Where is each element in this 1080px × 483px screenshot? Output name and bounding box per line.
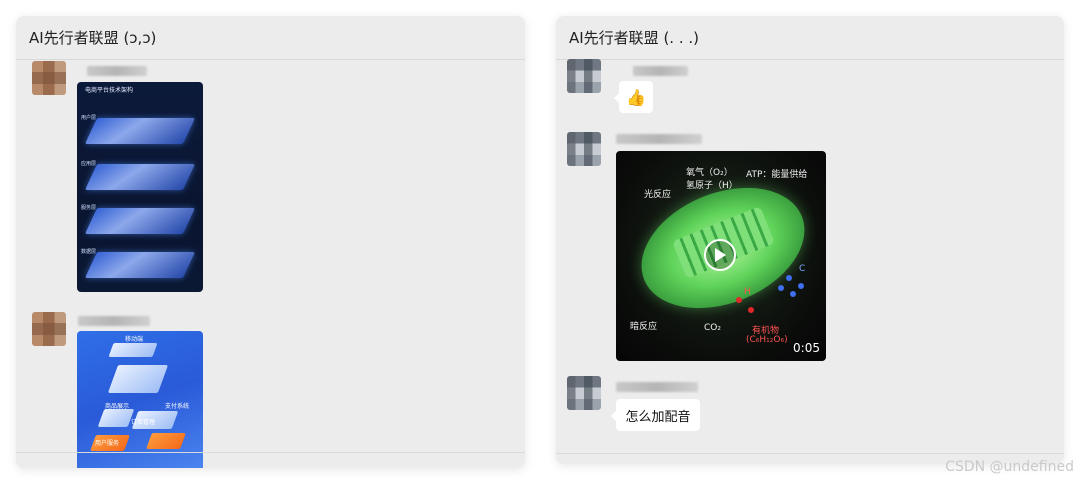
diagram-block <box>146 433 186 449</box>
input-divider <box>16 452 525 453</box>
video-label: 暗反应 <box>630 322 658 332</box>
watermark-text: CSDN @undefined <box>945 459 1074 475</box>
play-icon <box>715 248 726 262</box>
arch-layer <box>84 208 196 234</box>
avatar[interactable] <box>32 61 66 95</box>
arch-layer <box>84 164 196 190</box>
video-label: ATP：能量供给 <box>746 170 808 180</box>
sender-name-blurred <box>633 66 688 76</box>
video-label: CO₂ <box>704 323 721 333</box>
message-list[interactable]: 👍 光反应 氧气（O₂） 氢原子（H） ATP：能量供给 暗反应 CO₂ 有机物… <box>556 16 1064 464</box>
message-bubble[interactable]: 👍 <box>614 81 653 113</box>
message-bubble[interactable]: 怎么加配音 <box>611 399 700 431</box>
chat-window-right: AI先行者联盟 (. . .) 👍 光反应 氧气（O₂） 氢原子（H） ATP：… <box>556 16 1064 464</box>
molecule-atom <box>736 297 742 303</box>
layer-label: 应用层 <box>81 161 97 167</box>
video-label: 氧气（O₂） <box>686 168 733 178</box>
layer-label: 服务层 <box>81 205 97 211</box>
molecule-atom <box>798 283 804 289</box>
video-label: (C₆H₁₂O₆) <box>746 335 788 345</box>
diagram-label: 订单管理 <box>131 419 156 426</box>
play-button[interactable] <box>704 239 736 271</box>
video-label: H <box>744 287 751 297</box>
image-title: 电商平台技术架构 <box>85 87 134 94</box>
arch-layer <box>84 118 196 144</box>
layer-label: 用户层 <box>81 115 97 121</box>
video-duration: 0:05 <box>793 341 820 355</box>
molecule-atom <box>790 291 796 297</box>
video-message[interactable]: 光反应 氧气（O₂） 氢原子（H） ATP：能量供给 暗反应 CO₂ 有机物 (… <box>616 151 826 361</box>
arch-layer <box>84 252 196 278</box>
diagram-label: 用户服务 <box>95 440 120 447</box>
diagram-block <box>97 409 135 427</box>
avatar[interactable] <box>567 59 601 93</box>
thumbs-up-emoji: 👍 <box>626 87 646 107</box>
sender-name-blurred <box>616 382 698 392</box>
diagram-label: 支付系统 <box>165 403 190 410</box>
avatar[interactable] <box>32 312 66 346</box>
molecule-atom <box>786 275 792 281</box>
sender-name-blurred <box>87 66 147 76</box>
avatar[interactable] <box>567 132 601 166</box>
layer-label: 数据层 <box>81 249 97 255</box>
message-text: 怎么加配音 <box>625 409 691 425</box>
sender-name-blurred <box>78 316 150 326</box>
video-label: 氢原子（H） <box>686 181 738 191</box>
diagram-block <box>107 365 169 393</box>
video-label: 光反应 <box>644 190 672 200</box>
platform-diagram-image[interactable]: 移动端 商品展示 订单管理 支付系统 用户服务 <box>77 331 203 468</box>
molecule-atom <box>748 307 754 313</box>
chat-window-left: AI先行者联盟 (ɔ,ɔ) 电商平台技术架构 用户层 应用层 服务层 数据层 移… <box>16 16 525 468</box>
video-label: C <box>799 264 806 274</box>
diagram-label: 商品展示 <box>105 403 130 410</box>
molecule-atom <box>778 285 784 291</box>
diagram-label: 移动端 <box>125 336 144 343</box>
architecture-image[interactable]: 电商平台技术架构 用户层 应用层 服务层 数据层 <box>77 82 203 292</box>
diagram-block <box>108 343 158 357</box>
input-divider <box>556 453 1064 454</box>
message-list[interactable]: 电商平台技术架构 用户层 应用层 服务层 数据层 移动端 商品展示 订单管理 支… <box>16 16 525 468</box>
avatar[interactable] <box>567 376 601 410</box>
sender-name-blurred <box>616 134 702 144</box>
